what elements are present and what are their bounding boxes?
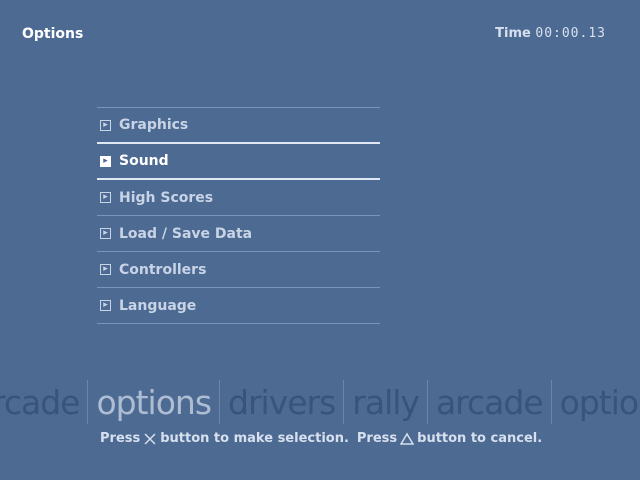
menu-item-label: Load / Save Data [119,225,253,242]
options-menu: ▸ Graphics ▸ Sound ▸ High Scores ▸ Load … [97,107,380,324]
menu-item-label: High Scores [119,189,214,206]
arrow-right-icon: ▸ [100,192,111,203]
nav-word-arcade-partial[interactable]: rcade [0,383,87,422]
timer-value: 00:00.13 [535,26,606,41]
menu-item-load-save-data[interactable]: ▸ Load / Save Data [97,216,380,252]
screen-title: Options [22,26,84,42]
hint-text-select: button to make selection. [160,431,349,446]
hint-text-cancel: button to cancel. [417,431,543,446]
menu-item-graphics[interactable]: ▸ Graphics [97,108,380,144]
triangle-icon [400,432,415,445]
menu-item-label: Language [119,297,197,314]
arrow-right-icon: ▸ [100,155,111,167]
menu-item-language[interactable]: ▸ Language [97,288,380,324]
controls-hint: Press button to make selection. Press bu… [100,431,542,446]
menu-item-label: Sound [119,153,169,169]
timer-label: Time [495,26,531,41]
menu-item-label: Controllers [119,261,207,278]
nav-word-options-partial[interactable]: option [552,383,640,422]
cross-icon [144,432,156,445]
nav-word-arcade[interactable]: arcade [428,383,551,422]
nav-word-rally[interactable]: rally [344,383,427,422]
arrow-right-icon: ▸ [100,300,111,311]
nav-word-options[interactable]: options [88,383,219,422]
hint-text-press: Press [100,431,141,446]
nav-word-drivers[interactable]: drivers [220,383,343,422]
menu-item-sound[interactable]: ▸ Sound [97,144,380,180]
arrow-right-icon: ▸ [100,264,111,275]
menu-item-high-scores[interactable]: ▸ High Scores [97,180,380,216]
mode-nav-strip: rcade options drivers rally arcade optio… [0,378,640,426]
menu-item-controllers[interactable]: ▸ Controllers [97,252,380,288]
hint-text-press-2: Press [356,431,398,446]
timer: Time 00:00.13 [495,26,606,41]
arrow-right-icon: ▸ [100,228,111,239]
menu-item-label: Graphics [119,117,189,133]
arrow-right-icon: ▸ [100,119,111,131]
